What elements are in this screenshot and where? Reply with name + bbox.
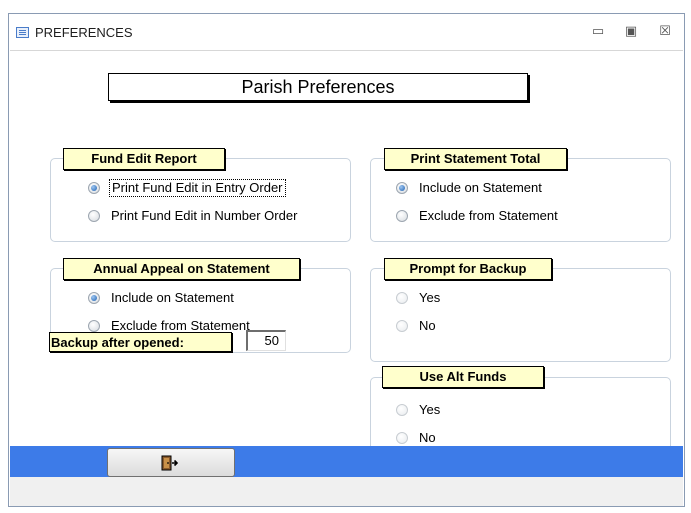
print-statement-total-group [370,158,671,242]
backup-after-opened-label: Backup after opened: [49,332,232,352]
backup-after-opened-field[interactable]: 50 [246,330,286,351]
option-label: Print Fund Edit in Number Order [111,208,298,223]
radio-button[interactable] [396,210,408,222]
option-label: Print Fund Edit in Entry Order [109,179,286,197]
preferences-window: PREFERENCES ▭ ▣ ☒ Parish Preferences Fun… [8,13,685,507]
fund-edit-report-group [50,158,351,242]
exit-door-icon [161,455,179,471]
annual-appeal-include-option[interactable]: Include on Statement [88,289,338,307]
radio-button[interactable] [88,210,100,222]
fund-edit-entry-order-option[interactable]: Print Fund Edit in Entry Order [88,179,338,197]
prompt-backup-no-option[interactable]: No [396,317,546,335]
prompt-for-backup-label: Prompt for Backup [384,258,552,280]
restore-button[interactable]: ▣ [618,22,644,42]
option-label: Include on Statement [419,180,542,195]
minimize-button[interactable]: ▭ [585,22,611,42]
print-statement-total-label: Print Statement Total [384,148,567,170]
close-button[interactable]: ☒ [652,22,678,42]
radio-button[interactable] [396,432,408,444]
option-label: No [419,318,436,333]
form-footer [10,446,683,477]
radio-button[interactable] [88,320,100,332]
statement-total-exclude-option[interactable]: Exclude from Statement [396,207,646,225]
option-label: Include on Statement [111,290,234,305]
form-bottom-strip [10,477,683,506]
statement-total-include-option[interactable]: Include on Statement [396,179,646,197]
radio-button[interactable] [396,320,408,332]
form-body: Parish Preferences Fund Edit Report Prin… [10,50,683,465]
fund-edit-number-order-option[interactable]: Print Fund Edit in Number Order [88,207,338,225]
form-icon [16,27,29,38]
title-bar: PREFERENCES ▭ ▣ ☒ [9,14,684,50]
page-title: Parish Preferences [108,73,528,101]
option-label: Yes [419,402,441,417]
fund-edit-report-label: Fund Edit Report [63,148,225,170]
option-label: Yes [419,290,441,305]
alt-funds-no-option[interactable]: No [396,429,546,447]
radio-button[interactable] [88,292,100,304]
use-alt-funds-label: Use Alt Funds [382,366,544,388]
radio-button[interactable] [396,182,408,194]
radio-button[interactable] [88,182,100,194]
radio-button[interactable] [396,292,408,304]
option-label: Exclude from Statement [419,208,558,223]
option-label: No [419,430,436,445]
window-title: PREFERENCES [35,25,133,40]
annual-appeal-label: Annual Appeal on Statement [63,258,300,280]
prompt-for-backup-group [370,268,671,362]
radio-button[interactable] [396,404,408,416]
alt-funds-yes-option[interactable]: Yes [396,401,546,419]
prompt-backup-yes-option[interactable]: Yes [396,289,546,307]
exit-button[interactable] [107,448,235,477]
